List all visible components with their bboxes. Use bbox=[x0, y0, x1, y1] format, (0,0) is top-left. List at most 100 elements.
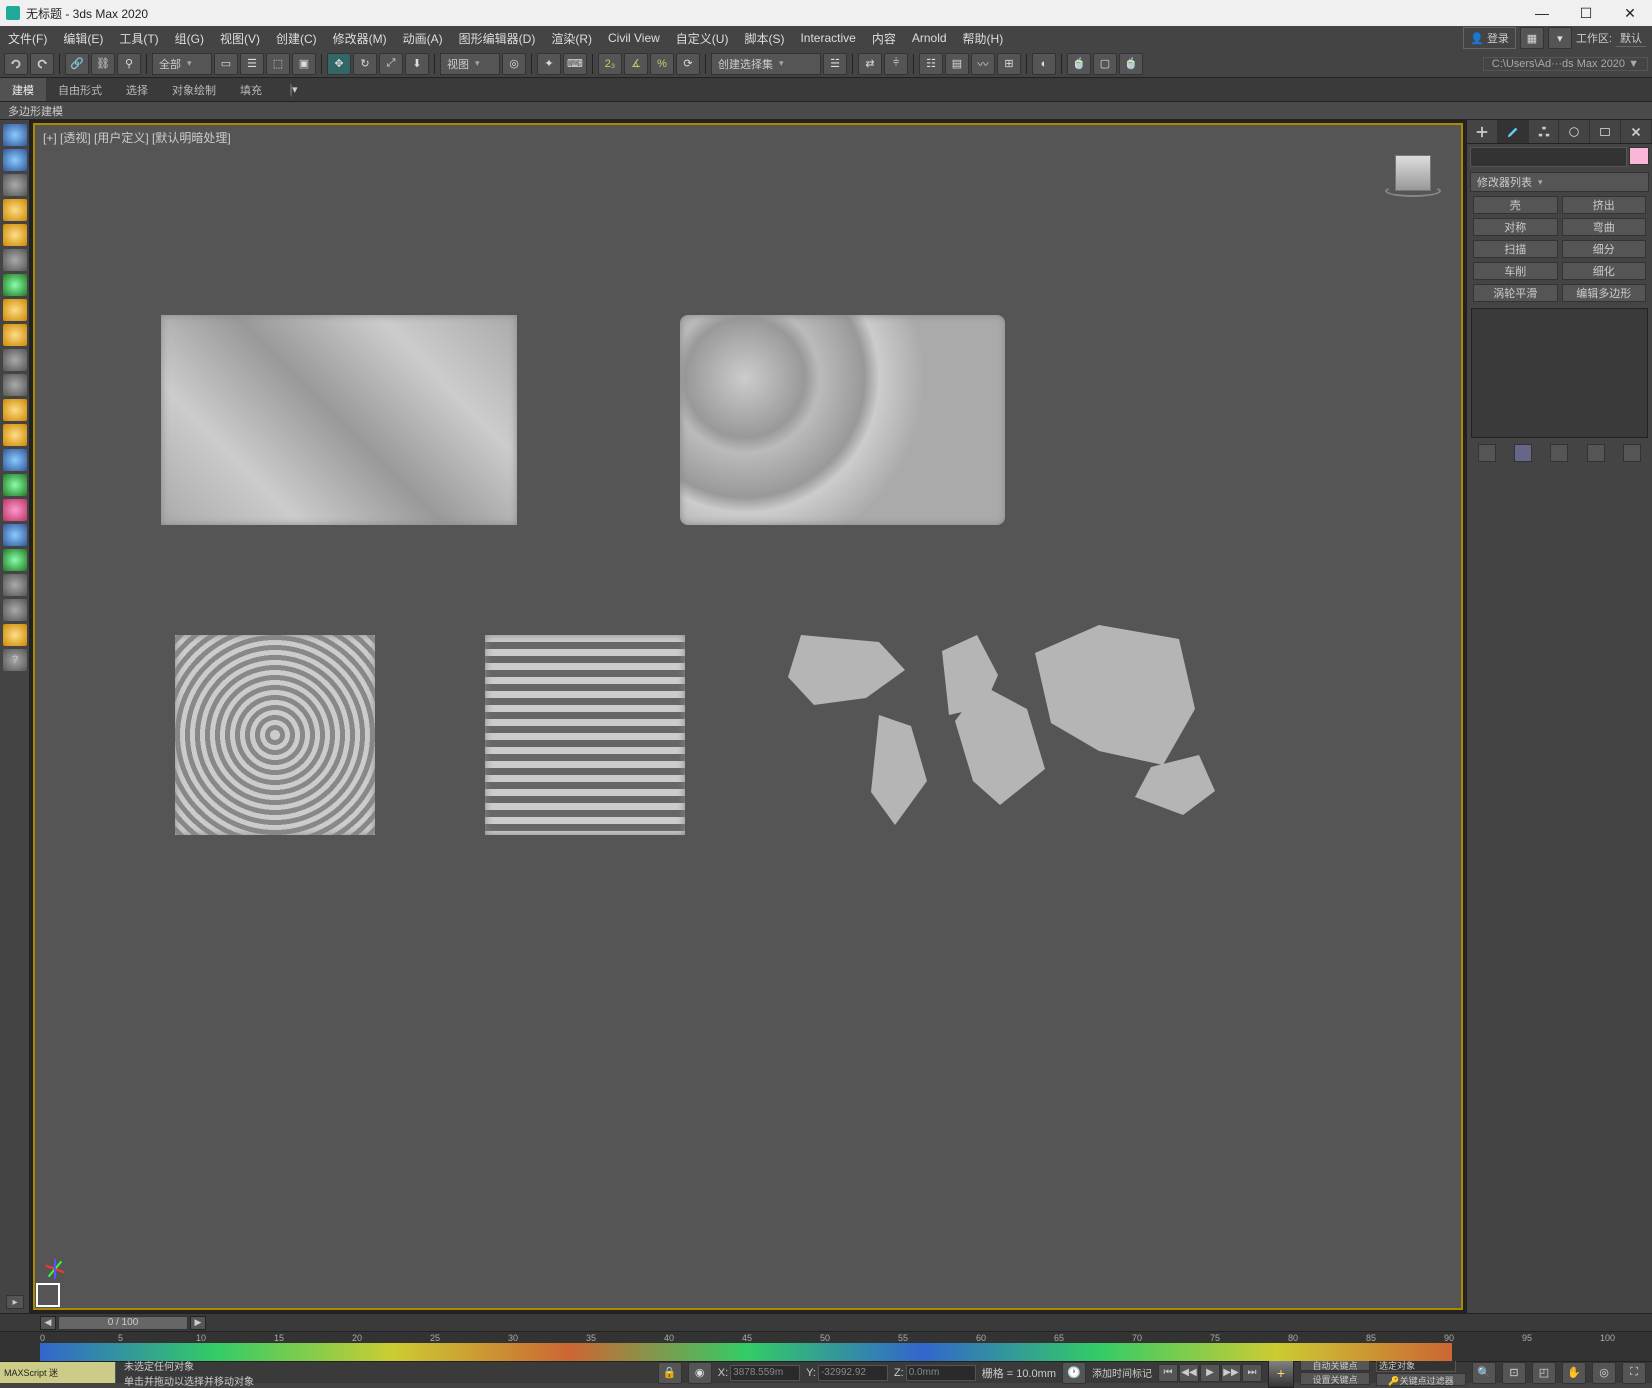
undo-button[interactable] bbox=[4, 53, 28, 75]
select-scale-button[interactable]: ⤢ bbox=[379, 53, 403, 75]
lt-yellow-box-icon[interactable] bbox=[3, 299, 27, 321]
menu-create[interactable]: 创建(C) bbox=[268, 26, 325, 50]
ribbon-tab-freeform[interactable]: 自由形式 bbox=[46, 78, 114, 101]
coord-x-input[interactable] bbox=[730, 1365, 800, 1381]
select-name-button[interactable]: ☰ bbox=[240, 53, 264, 75]
edit-selection-sets[interactable]: ☱ bbox=[823, 53, 847, 75]
time-next-button[interactable]: ▶ bbox=[190, 1316, 206, 1330]
redo-button[interactable] bbox=[30, 53, 54, 75]
modifier-list-dropdown[interactable]: 修改器列表 bbox=[1470, 172, 1649, 192]
viewport-object-rings[interactable] bbox=[175, 635, 375, 835]
keyboard-shortcut-button[interactable]: ⌨ bbox=[563, 53, 587, 75]
mod-btn-shell[interactable]: 壳 bbox=[1473, 196, 1558, 214]
toggle-ribbon-button[interactable]: ▤ bbox=[945, 53, 969, 75]
mod-btn-subdivide[interactable]: 细分 bbox=[1562, 240, 1647, 258]
link-button[interactable]: 🔗 bbox=[65, 53, 89, 75]
stack-unique-button[interactable] bbox=[1550, 444, 1568, 462]
viewport-object-worldmap[interactable] bbox=[775, 615, 1225, 875]
menu-customize[interactable]: 自定义(U) bbox=[668, 26, 737, 50]
window-crossing-button[interactable]: ▣ bbox=[292, 53, 316, 75]
select-move-button[interactable]: ✥ bbox=[327, 53, 351, 75]
ref-coord-dropdown[interactable]: 视图 bbox=[440, 53, 500, 75]
snap-angle-button[interactable]: ∡ bbox=[624, 53, 648, 75]
left-toolbar-expand[interactable]: ▸ bbox=[6, 1295, 24, 1309]
ribbon-tab-paint[interactable]: 对象绘制 bbox=[160, 78, 228, 101]
mod-btn-extrude[interactable]: 挤出 bbox=[1562, 196, 1647, 214]
menu-extra-2[interactable]: ▾ bbox=[1548, 27, 1572, 49]
mod-btn-sweep[interactable]: 扫描 bbox=[1473, 240, 1558, 258]
lt-gold-icon[interactable] bbox=[3, 424, 27, 446]
menu-view[interactable]: 视图(V) bbox=[212, 26, 268, 50]
curve-editor-button[interactable]: 〰 bbox=[971, 53, 995, 75]
layer-explorer-button[interactable]: ☷ bbox=[919, 53, 943, 75]
selection-filter-dropdown[interactable]: 全部 bbox=[152, 53, 212, 75]
rendered-frame-button[interactable]: ▢ bbox=[1093, 53, 1117, 75]
nav-maximize-icon[interactable]: ⛶ bbox=[1622, 1362, 1646, 1384]
stack-show-end-button[interactable] bbox=[1514, 444, 1532, 462]
cmd-tab-display[interactable] bbox=[1590, 120, 1621, 143]
lt-leaf-icon[interactable] bbox=[3, 549, 27, 571]
login-button[interactable]: 👤 登录 bbox=[1463, 27, 1516, 49]
goto-end-button[interactable]: ⏭ bbox=[1242, 1364, 1262, 1382]
mirror-button[interactable]: ⇄ bbox=[858, 53, 882, 75]
coord-z-input[interactable] bbox=[906, 1365, 976, 1381]
menu-group[interactable]: 组(G) bbox=[167, 26, 212, 50]
viewcube[interactable] bbox=[1385, 155, 1441, 211]
set-key-button-large[interactable]: + bbox=[1268, 1358, 1294, 1388]
maximize-button[interactable]: ☐ bbox=[1564, 0, 1608, 26]
cmd-tab-hierarchy[interactable] bbox=[1529, 120, 1560, 143]
stack-pin-button[interactable] bbox=[1478, 444, 1496, 462]
modifier-stack[interactable] bbox=[1471, 308, 1648, 438]
render-button[interactable]: 🍵 bbox=[1119, 53, 1143, 75]
next-frame-button[interactable]: ▶▶ bbox=[1221, 1364, 1241, 1382]
isolate-selection-icon[interactable]: ◉ bbox=[688, 1362, 712, 1384]
lt-camera-icon[interactable] bbox=[3, 249, 27, 271]
menu-civil-view[interactable]: Civil View bbox=[600, 26, 668, 50]
project-path-display[interactable]: C:\Users\Ad···ds Max 2020 ▼ bbox=[1483, 57, 1648, 71]
menu-content[interactable]: 内容 bbox=[864, 26, 904, 50]
menu-extra-1[interactable]: ▦ bbox=[1520, 27, 1544, 49]
lt-help-icon[interactable]: ? bbox=[3, 649, 27, 671]
menu-file[interactable]: 文件(F) bbox=[0, 26, 55, 50]
viewport-perspective[interactable]: [+] [透视] [用户定义] [默认明暗处理] bbox=[33, 123, 1463, 1310]
lt-box-icon[interactable] bbox=[3, 174, 27, 196]
play-button[interactable]: ▶ bbox=[1200, 1364, 1220, 1382]
viewport-object-lines[interactable] bbox=[485, 635, 685, 835]
mod-btn-symmetry[interactable]: 对称 bbox=[1473, 218, 1558, 236]
time-slider[interactable]: ◀ 0 / 100 ▶ bbox=[0, 1313, 1652, 1331]
minimize-button[interactable]: — bbox=[1520, 0, 1564, 26]
select-object-button[interactable]: ▭ bbox=[214, 53, 238, 75]
unlink-button[interactable]: ⛓ bbox=[91, 53, 115, 75]
mod-btn-lathe[interactable]: 车削 bbox=[1473, 262, 1558, 280]
render-setup-button[interactable]: 🍵 bbox=[1067, 53, 1091, 75]
select-region-rect[interactable]: ⬚ bbox=[266, 53, 290, 75]
stack-config-button[interactable] bbox=[1623, 444, 1641, 462]
lt-settings-icon[interactable] bbox=[3, 599, 27, 621]
nav-zoom-icon[interactable]: 🔍 bbox=[1472, 1362, 1496, 1384]
ribbon-dropdown[interactable]: ▾ bbox=[292, 84, 298, 96]
mod-btn-bend[interactable]: 弯曲 bbox=[1562, 218, 1647, 236]
menu-render[interactable]: 渲染(R) bbox=[543, 26, 600, 50]
material-editor-button[interactable]: ◐ bbox=[1032, 53, 1056, 75]
named-selection-set[interactable]: 创建选择集 bbox=[711, 53, 821, 75]
mod-btn-editpoly[interactable]: 编辑多边形 bbox=[1562, 284, 1647, 302]
lt-sun-icon[interactable] bbox=[3, 224, 27, 246]
cmd-tab-utilities[interactable] bbox=[1621, 120, 1652, 143]
lt-green-icon[interactable] bbox=[3, 474, 27, 496]
coord-y-input[interactable] bbox=[818, 1365, 888, 1381]
lt-teapot-icon[interactable] bbox=[3, 124, 27, 146]
lt-gray-icon[interactable] bbox=[3, 574, 27, 596]
lt-helper-icon[interactable] bbox=[3, 274, 27, 296]
spinner-snap-button[interactable]: ⟳ bbox=[676, 53, 700, 75]
time-tag-icon[interactable]: 🕐 bbox=[1062, 1362, 1086, 1384]
mod-btn-tessellate[interactable]: 细化 bbox=[1562, 262, 1647, 280]
menu-script[interactable]: 脚本(S) bbox=[736, 26, 792, 50]
time-handle[interactable]: 0 / 100 bbox=[58, 1316, 188, 1330]
ribbon-tab-populate[interactable]: 填充 bbox=[228, 78, 274, 101]
select-rotate-button[interactable]: ↻ bbox=[353, 53, 377, 75]
bind-button[interactable]: ⚲ bbox=[117, 53, 141, 75]
ribbon-tab-selection[interactable]: 选择 bbox=[114, 78, 160, 101]
select-manipulate-button[interactable]: ✦ bbox=[537, 53, 561, 75]
add-time-marker[interactable]: 添加时间标记 bbox=[1092, 1365, 1152, 1380]
lt-torus-icon[interactable] bbox=[3, 349, 27, 371]
